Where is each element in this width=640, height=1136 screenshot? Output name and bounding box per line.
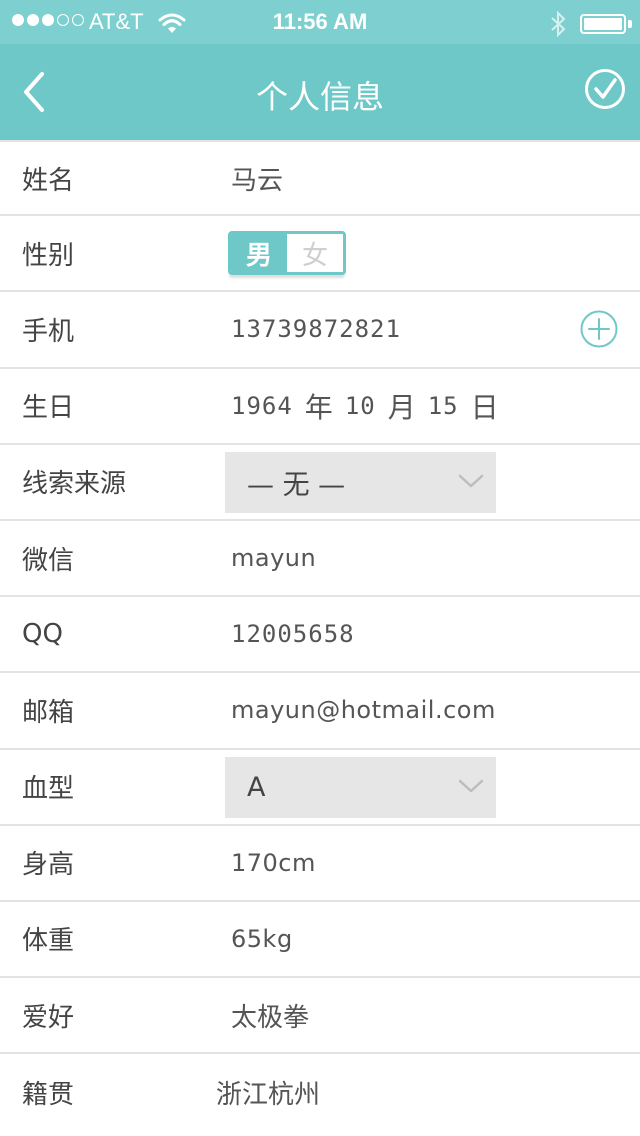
wechat-label: 微信	[22, 545, 75, 576]
row-gender: 性别 男 女	[0, 216, 640, 293]
nav-bar: 个人信息	[0, 44, 640, 140]
email-field[interactable]: mayun@hotmail.com	[231, 673, 496, 747]
birthday-day[interactable]: 15	[428, 392, 459, 420]
profile-form: 姓名 马云 性别 男 女 手机 13739872821 生日 1964 年 10…	[0, 140, 640, 1130]
row-wechat: 微信 mayun	[0, 521, 640, 598]
row-qq: QQ 12005658	[0, 597, 640, 674]
battery-tip	[628, 20, 632, 28]
row-hobby: 爱好 太极拳	[0, 978, 640, 1055]
qq-field[interactable]: 12005658	[231, 597, 355, 671]
clock: 11:56 AM	[272, 9, 368, 34]
row-hometown: 籍贯 浙江杭州	[0, 1054, 640, 1130]
chevron-down-icon	[458, 779, 484, 792]
row-phone: 手机 13739872821	[0, 292, 640, 369]
hometown-field[interactable]: 浙江杭州	[216, 1054, 320, 1130]
blood-type-select[interactable]: A	[225, 756, 496, 818]
row-name: 姓名 马云	[0, 140, 640, 217]
row-weight: 体重 65kg	[0, 902, 640, 979]
lead-source-select[interactable]: — 无 —	[225, 451, 496, 513]
weight-field[interactable]: 65kg	[231, 902, 293, 976]
weight-label: 体重	[22, 926, 75, 957]
wechat-field[interactable]: mayun	[231, 521, 316, 595]
plus-circle-icon[interactable]	[580, 310, 618, 348]
lead-source-value: — 无 —	[247, 469, 346, 501]
gender-option-male[interactable]: 男	[231, 234, 287, 273]
name-label: 姓名	[22, 165, 75, 196]
email-label: 邮箱	[22, 697, 75, 728]
height-label: 身高	[22, 850, 75, 881]
row-birthday: 生日 1964 年 10 月 15 日	[0, 369, 640, 445]
lead-source-label: 线索来源	[22, 469, 127, 500]
name-field[interactable]: 马云	[231, 142, 283, 214]
page-title: 个人信息	[255, 78, 384, 116]
row-lead-source: 线索来源 — 无 —	[0, 445, 640, 521]
checkmark-circle-icon[interactable]	[584, 68, 626, 110]
height-field[interactable]: 170cm	[231, 826, 316, 900]
row-blood-type: 血型 A	[0, 750, 640, 826]
row-email: 邮箱 mayun@hotmail.com	[0, 673, 640, 750]
gender-label: 性别	[22, 240, 75, 271]
birthday-label: 生日	[22, 393, 75, 424]
hobby-label: 爱好	[22, 1002, 75, 1033]
row-height: 身高 170cm	[0, 826, 640, 902]
blood-type-value: A	[247, 771, 266, 803]
birthday-year[interactable]: 1964	[231, 392, 293, 420]
gender-toggle[interactable]: 男 女	[228, 231, 346, 276]
battery-icon	[580, 14, 626, 34]
birthday-month-unit: 月	[387, 390, 416, 424]
phone-label: 手机	[22, 316, 75, 347]
birthday-year-unit: 年	[304, 390, 333, 424]
hometown-label: 籍贯	[22, 1079, 75, 1110]
phone-field[interactable]: 13739872821	[231, 292, 401, 366]
birthday-field[interactable]: 1964 年 10 月 15 日	[231, 369, 499, 443]
chevron-down-icon	[458, 474, 484, 487]
blood-type-label: 血型	[22, 774, 75, 805]
birthday-day-unit: 日	[470, 390, 499, 424]
gender-option-female[interactable]: 女	[287, 234, 343, 273]
hobby-field[interactable]: 太极拳	[231, 978, 309, 1052]
birthday-month[interactable]: 10	[345, 392, 376, 420]
status-bar: AT&T 11:56 AM	[0, 0, 640, 44]
qq-label: QQ	[22, 619, 63, 650]
bluetooth-icon	[551, 10, 566, 38]
